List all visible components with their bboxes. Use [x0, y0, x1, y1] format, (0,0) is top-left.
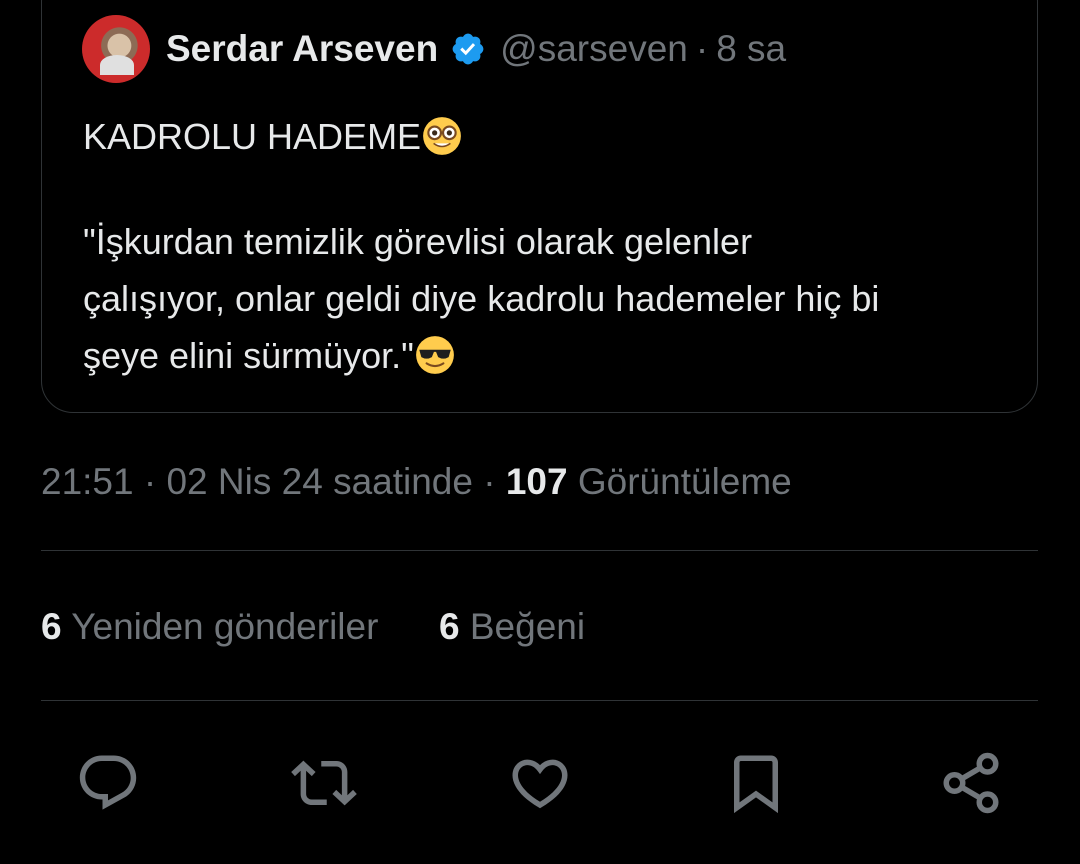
views-count: 107 [505, 461, 568, 502]
avatar[interactable] [82, 15, 150, 83]
views-label: Görüntüleme [577, 461, 792, 502]
author-name[interactable]: Serdar Arseven [166, 28, 438, 70]
likes-label: Beğeni [469, 606, 586, 647]
quoted-tweet-text: KADROLU HADEME "İşkurdan temizlik görevl… [83, 108, 1013, 384]
like-heart-icon [512, 759, 568, 809]
tweet-line-2: "İşkurdan temizlik görevlisi olarak gele… [83, 221, 753, 262]
engagement-stats: 6 Yeniden gönderiler 6 Beğeni [41, 606, 585, 648]
divider [41, 550, 1038, 551]
divider [41, 700, 1038, 701]
separator-dot: · [695, 28, 709, 69]
post-time-ago[interactable]: 8 sa [716, 28, 786, 70]
post-time[interactable]: 21:51 [41, 461, 134, 502]
like-button[interactable] [505, 748, 575, 818]
bookmark-icon [734, 755, 778, 814]
meta-separator: · [483, 461, 496, 502]
tweet-line-4: şeye elini sürmüyor." [83, 335, 414, 376]
meta-separator: · [143, 461, 157, 502]
retweet-icon [291, 760, 357, 806]
retweets-stat[interactable]: 6 Yeniden gönderiler [41, 606, 389, 647]
reply-icon [79, 755, 137, 810]
tweet-line-1: KADROLU HADEME [83, 116, 422, 157]
bookmark-button[interactable] [721, 748, 791, 818]
retweets-label: Yeniden gönderiler [71, 606, 379, 647]
nerd-face-emoji [423, 117, 461, 155]
retweets-count: 6 [41, 606, 62, 647]
tweet-meta: 21:51 · 02 Nis 24 saatinde · 107 Görüntü… [41, 461, 792, 503]
quoted-tweet-header: Serdar Arseven @sarseven · 8 sa [82, 14, 786, 84]
author-handle[interactable]: @sarseven [500, 28, 688, 70]
likes-count: 6 [439, 606, 460, 647]
sunglasses-face-emoji [416, 336, 454, 374]
action-bar [0, 748, 1080, 818]
share-button[interactable] [936, 748, 1006, 818]
likes-stat[interactable]: 6 Beğeni [439, 606, 585, 647]
share-icon [943, 752, 999, 814]
tweet-line-3: çalışıyor, onlar geldi diye kadrolu hade… [83, 278, 880, 319]
post-date[interactable]: 02 Nis 24 saatinde [166, 461, 472, 502]
retweet-button[interactable] [289, 748, 359, 818]
verified-badge-icon [452, 33, 484, 65]
reply-button[interactable] [73, 748, 143, 818]
